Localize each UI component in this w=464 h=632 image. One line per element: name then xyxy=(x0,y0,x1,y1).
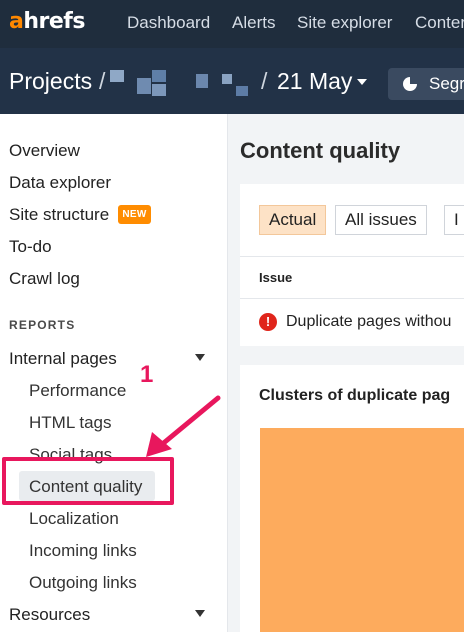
sidebar-item-html-tags[interactable]: HTML tags xyxy=(29,413,112,433)
clusters-card-title: Clusters of duplicate pag xyxy=(259,387,451,404)
divider xyxy=(240,298,464,299)
nav-dashboard[interactable]: Dashboard xyxy=(127,13,210,33)
annotation-number: 1 xyxy=(140,361,154,388)
nav-site-explorer[interactable]: Site explorer xyxy=(297,13,392,33)
page-title: Content quality xyxy=(240,138,401,163)
tab-all-issues[interactable]: All issues xyxy=(335,205,427,235)
nav-alerts[interactable]: Alerts xyxy=(232,13,275,33)
date-dropdown[interactable]: 21 May xyxy=(277,68,352,95)
sidebar-item-data-explorer[interactable]: Data explorer xyxy=(9,173,111,193)
sidebar-item-crawl-log[interactable]: Crawl log xyxy=(9,269,80,289)
expand-triangle-icon[interactable] xyxy=(195,354,205,361)
pie-chart-icon xyxy=(403,77,417,91)
nav-content-explorer[interactable]: Conter xyxy=(415,13,464,33)
error-icon: ! xyxy=(259,313,277,331)
annotation-highlight-box xyxy=(2,457,174,505)
sidebar-item-todo[interactable]: To-do xyxy=(9,237,52,257)
ahrefs-logo[interactable]: ahrefs xyxy=(9,9,85,34)
top-nav: ahrefs Dashboard Alerts Site explorer Co… xyxy=(0,0,464,48)
issue-row-duplicate-pages[interactable]: Duplicate pages withou xyxy=(286,313,451,331)
segments-label: Segr xyxy=(429,74,464,93)
cluster-chart-area xyxy=(260,428,464,632)
column-header-issue[interactable]: Issue xyxy=(259,270,292,285)
sidebar-item-localization[interactable]: Localization xyxy=(29,509,119,529)
breadcrumb-separator: / xyxy=(99,68,106,94)
caret-down-icon[interactable] xyxy=(357,79,367,85)
tab-more[interactable]: I xyxy=(444,205,464,235)
sidebar-item-performance[interactable]: Performance xyxy=(29,381,126,401)
new-badge: NEW xyxy=(118,205,151,224)
reports-heading: REPORTS xyxy=(9,318,76,332)
sidebar-item-outgoing-links[interactable]: Outgoing links xyxy=(29,573,137,593)
sidebar-item-incoming-links[interactable]: Incoming links xyxy=(29,541,137,561)
tab-actual[interactable]: Actual xyxy=(259,205,327,235)
expand-triangle-icon[interactable] xyxy=(195,610,205,617)
projects-breadcrumb[interactable]: Projects xyxy=(9,68,92,95)
sidebar-item-resources[interactable]: Resources xyxy=(9,605,90,625)
sidebar-item-overview[interactable]: Overview xyxy=(9,141,80,161)
sidebar-item-internal-pages[interactable]: Internal pages xyxy=(9,349,117,369)
divider xyxy=(240,256,464,257)
breadcrumb-separator: / xyxy=(261,68,268,94)
sidebar-item-site-structure[interactable]: Site structure xyxy=(9,205,109,225)
